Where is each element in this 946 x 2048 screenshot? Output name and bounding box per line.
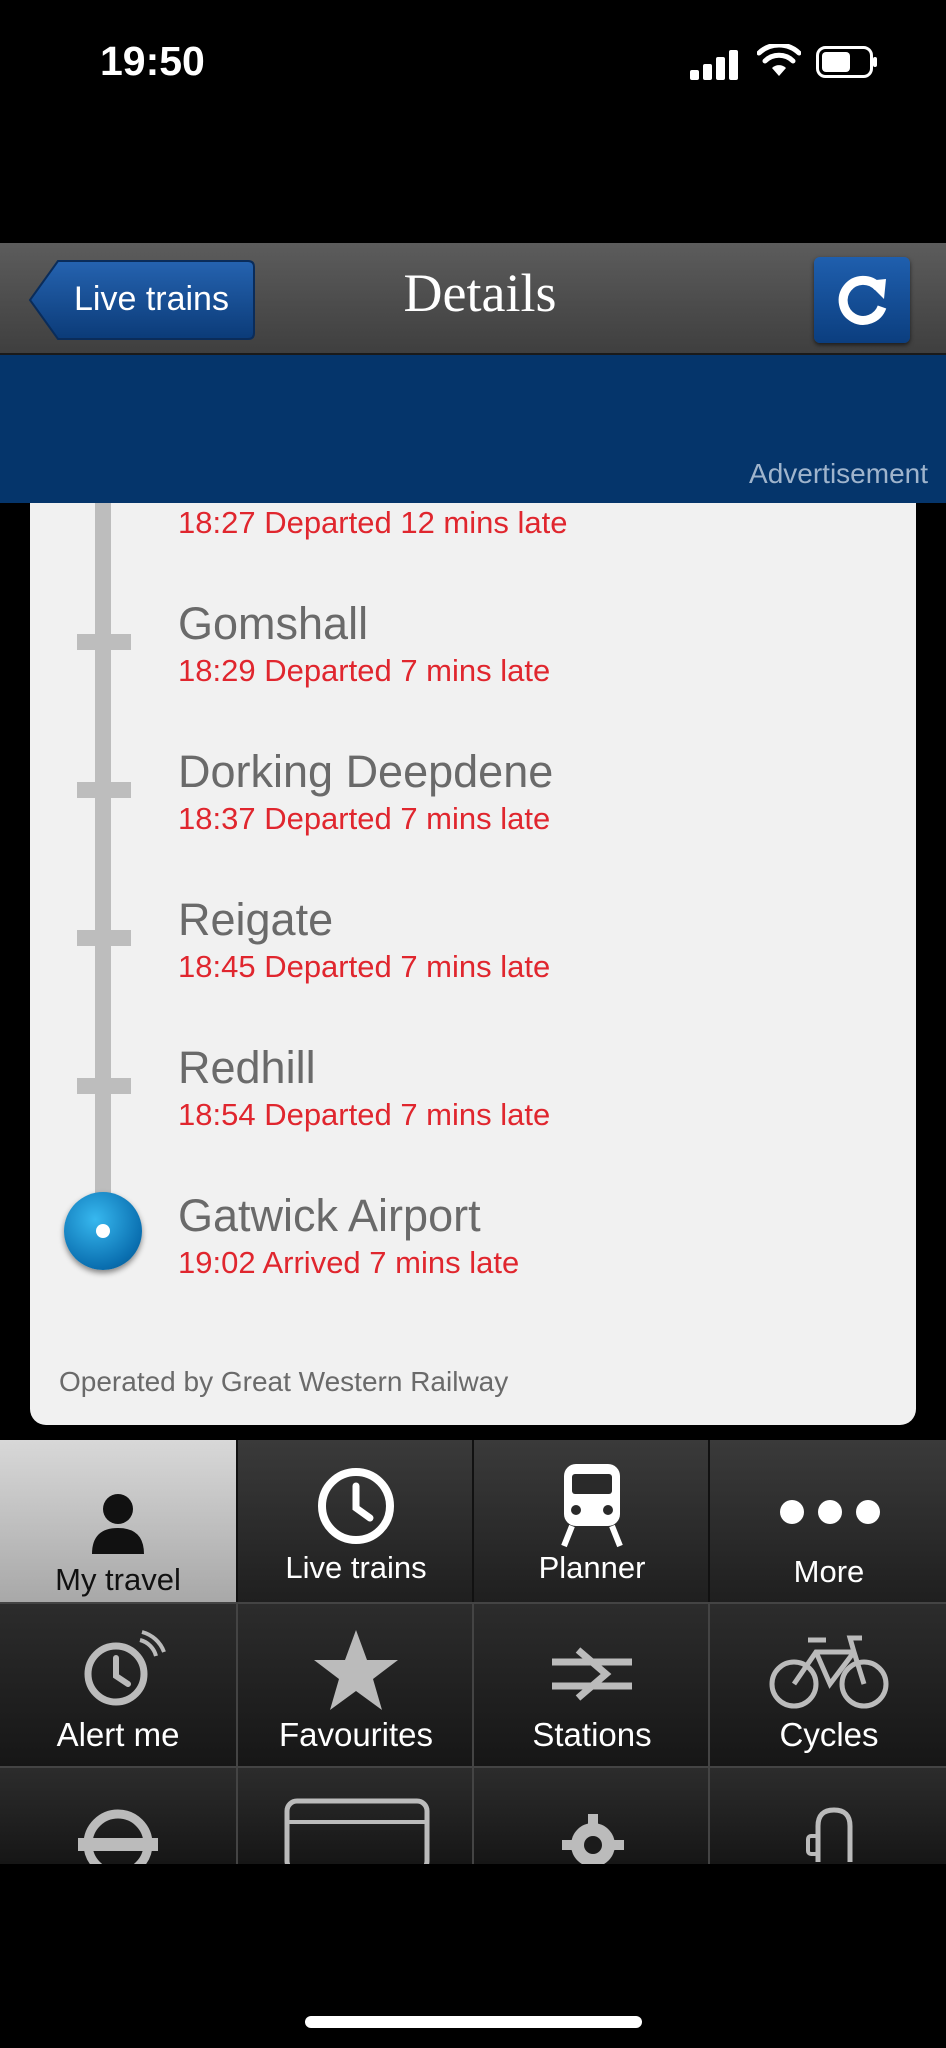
wifi-icon: [757, 44, 801, 76]
watch-icon: [806, 1807, 853, 1862]
stop-status: 18:54 Departed 7 mins late: [178, 1097, 551, 1132]
battery-icon: [816, 46, 877, 78]
menu-tickets[interactable]: [236, 1766, 474, 1864]
tab-label: More: [793, 1554, 865, 1589]
stop-marker: [77, 1078, 131, 1094]
advertisement-label: Advertisement: [749, 458, 928, 489]
stop-name: Redhill: [178, 1042, 316, 1093]
tab-more[interactable]: More: [708, 1440, 946, 1602]
route-line: [95, 503, 111, 1223]
gear-icon: [562, 1814, 624, 1864]
stop-name: Reigate: [178, 894, 334, 945]
tab-live-trains[interactable]: Live trains: [236, 1440, 474, 1602]
stop-status-destination: 19:02 Arrived 7 mins late: [178, 1245, 520, 1280]
back-button-label: Live trains: [74, 280, 229, 318]
home-indicator[interactable]: [305, 2016, 642, 2028]
clock-icon: [318, 1468, 394, 1544]
more-icon: [780, 1500, 880, 1524]
stop-name-destination: Gatwick Airport: [178, 1190, 481, 1241]
menu-label: Cycles: [779, 1716, 879, 1753]
menu-underground[interactable]: [0, 1766, 236, 1864]
stop-marker: [77, 634, 131, 650]
stop-status: 18:27 Departed 12 mins late: [178, 505, 568, 540]
refresh-button[interactable]: [814, 257, 910, 343]
alert-clock-icon: [84, 1630, 166, 1706]
tab-label: My travel: [55, 1562, 181, 1597]
menu-cycles[interactable]: Cycles: [708, 1602, 946, 1768]
destination-marker-icon: [64, 1192, 142, 1270]
star-icon: [314, 1630, 398, 1710]
menu-watch[interactable]: [708, 1766, 946, 1864]
train-icon: [561, 1464, 623, 1548]
menu-alert-me[interactable]: Alert me: [0, 1602, 236, 1768]
operator-text: Operated by Great Western Railway: [59, 1366, 509, 1397]
menu-favourites[interactable]: Favourites: [236, 1602, 474, 1768]
tab-my-travel[interactable]: My travel: [0, 1440, 236, 1602]
stop-marker: [77, 782, 131, 798]
tab-label: Planner: [538, 1550, 646, 1585]
page-title: Details: [403, 263, 557, 323]
stop-status: 18:45 Departed 7 mins late: [178, 949, 551, 984]
ticket-icon: [284, 1798, 430, 1864]
underground-roundel-icon: [78, 1809, 158, 1864]
national-rail-icon: [552, 1647, 632, 1701]
menu-label: Stations: [532, 1716, 652, 1753]
status-time: 19:50: [100, 38, 205, 84]
stop-status: 18:37 Departed 7 mins late: [178, 801, 551, 836]
tab-label: Live trains: [285, 1550, 427, 1585]
menu-label: Favourites: [278, 1716, 434, 1753]
refresh-icon: [838, 275, 887, 325]
menu-label: Alert me: [56, 1716, 180, 1753]
person-icon: [92, 1494, 144, 1554]
back-button[interactable]: Live trains: [28, 258, 256, 342]
menu-stations[interactable]: Stations: [472, 1602, 710, 1768]
stop-name: Dorking Deepdene: [178, 746, 554, 797]
bicycle-icon: [769, 1635, 889, 1709]
menu-settings[interactable]: [472, 1766, 710, 1864]
stop-status: 18:29 Departed 7 mins late: [178, 653, 551, 688]
stop-marker: [77, 930, 131, 946]
cellular-signal-icon: [690, 48, 738, 80]
stop-name: Gomshall: [178, 598, 369, 649]
tab-planner[interactable]: Planner: [472, 1440, 710, 1602]
